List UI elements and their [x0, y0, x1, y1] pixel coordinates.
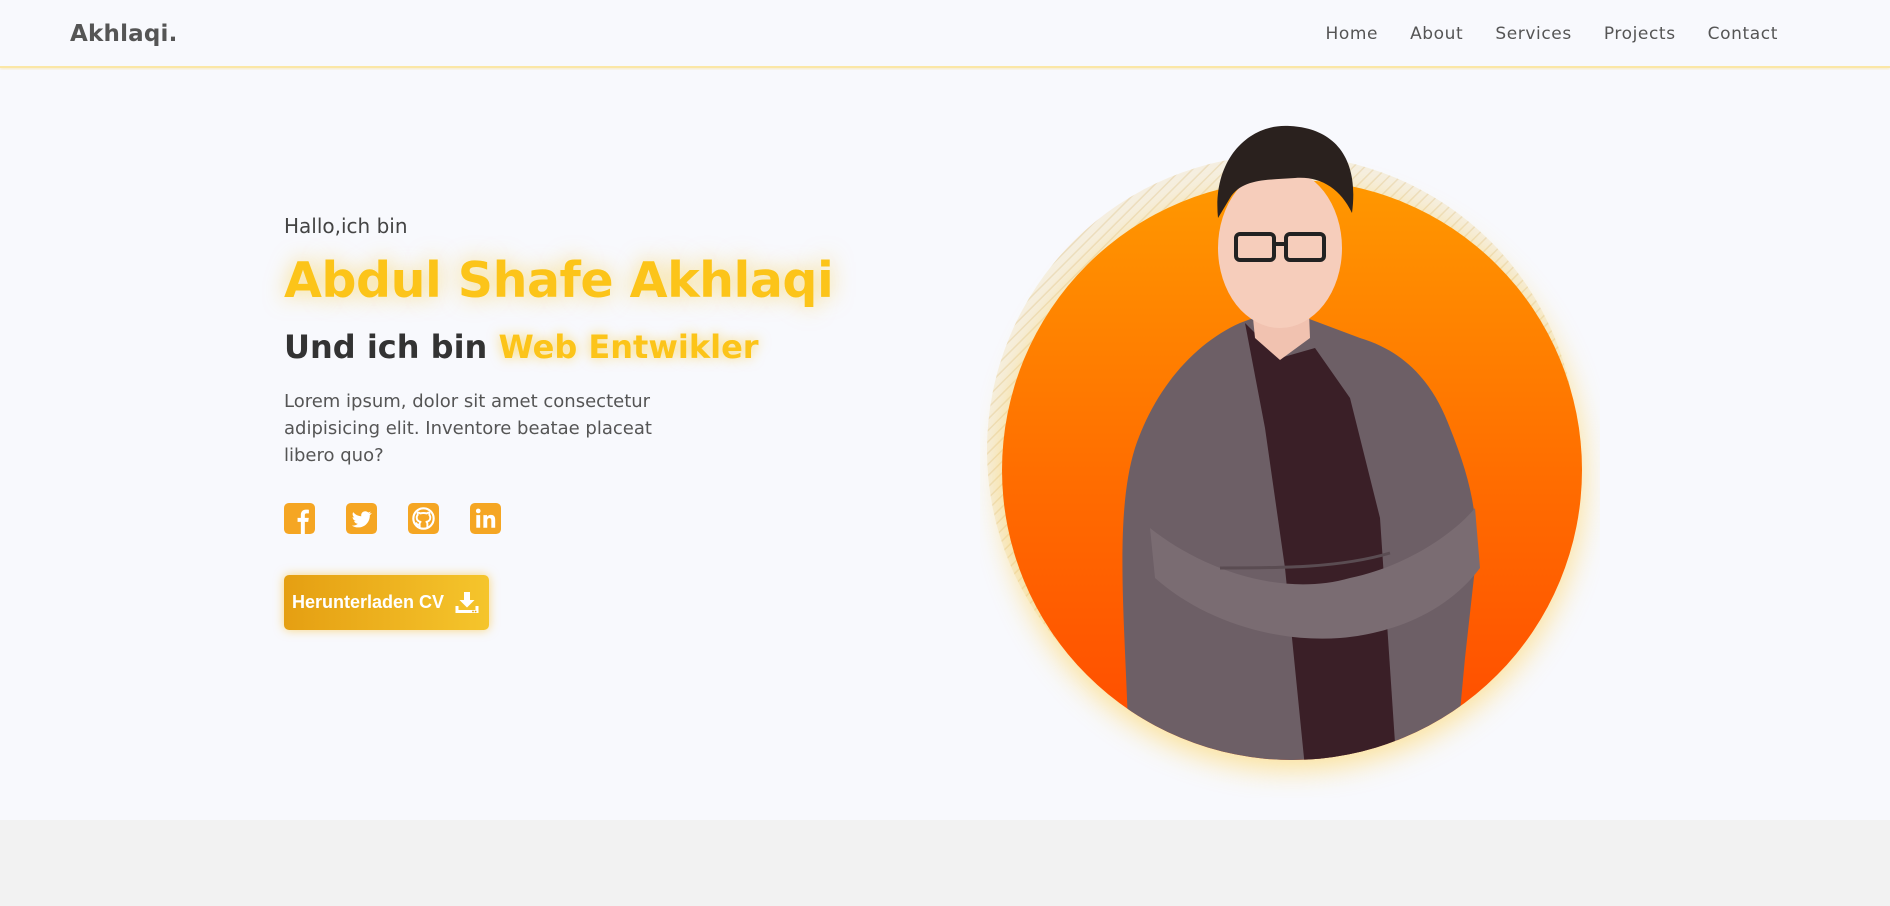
twitter-icon[interactable] [346, 503, 377, 534]
subtitle-prefix: Und ich bin [284, 328, 488, 366]
hero-subtitle: Und ich bin Web Entwikler [284, 328, 759, 366]
hero-greeting: Hallo,ich bin [284, 214, 408, 238]
logo[interactable]: Akhlaqi. [70, 21, 178, 47]
nav-link-home[interactable]: Home [1325, 24, 1378, 44]
navbar: Akhlaqi. Home About Services Projects Co… [0, 0, 1890, 68]
hero-section: Hallo,ich bin Abdul Shafe Akhlaqi Und ic… [0, 70, 1890, 820]
download-icon [455, 591, 479, 613]
hero-description: Lorem ipsum, dolor sit amet consectetur … [284, 391, 652, 466]
nav-link-about[interactable]: About [1410, 24, 1463, 44]
nav-link-projects[interactable]: Projects [1604, 24, 1676, 44]
next-section [0, 820, 1890, 906]
github-icon[interactable] [408, 503, 439, 534]
facebook-icon[interactable] [284, 503, 315, 534]
linkedin-icon[interactable] [470, 503, 501, 534]
subtitle-role: Web Entwikler [498, 328, 759, 366]
portrait-graphic [987, 125, 1584, 770]
social-links [284, 503, 501, 534]
cv-button-label: Herunterladen CV [292, 592, 445, 612]
nav-link-contact[interactable]: Contact [1708, 24, 1778, 44]
hero-name: Abdul Shafe Akhlaqi [284, 252, 834, 309]
download-cv-button[interactable]: Herunterladen CV [284, 575, 489, 630]
nav-links: Home About Services Projects Contact [1325, 24, 1778, 44]
nav-link-services[interactable]: Services [1495, 24, 1572, 44]
